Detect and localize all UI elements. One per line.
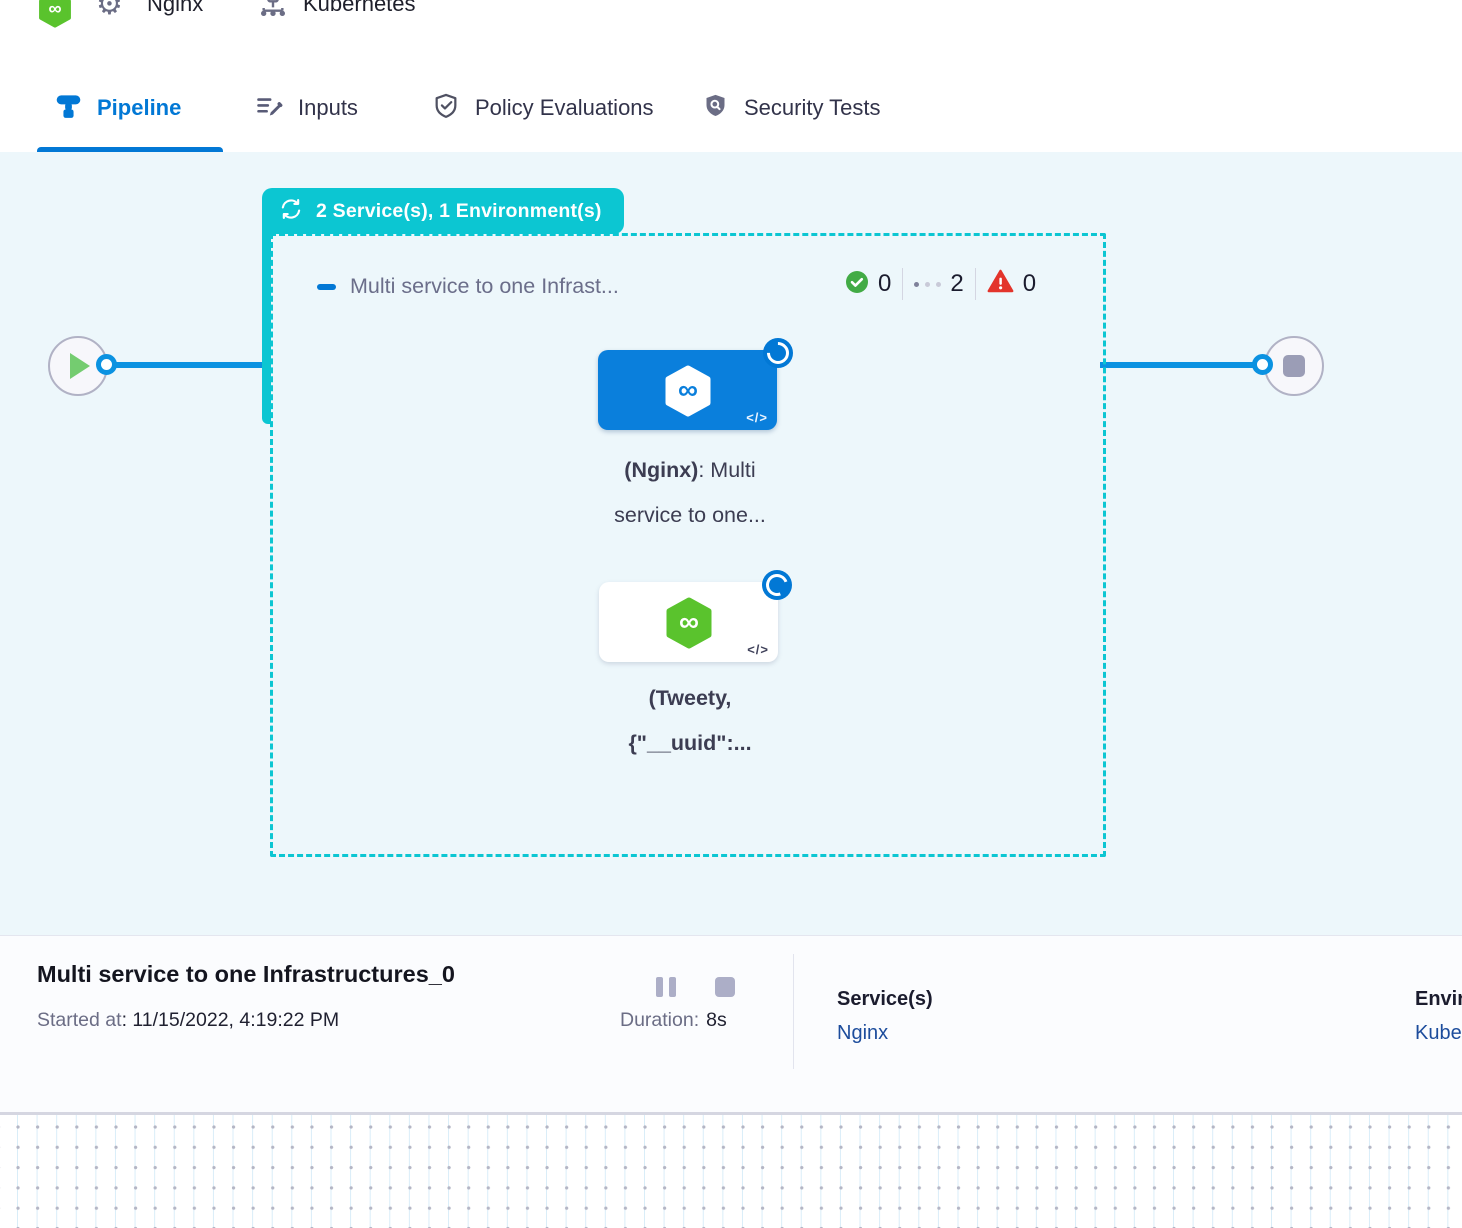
duration: Duration:8s <box>620 1009 727 1032</box>
services-label: Service(s) <box>837 988 933 1011</box>
edge-endpoint-start <box>96 354 117 375</box>
running-dots-icon <box>914 282 941 287</box>
tab-pipeline[interactable]: Pipeline <box>55 64 181 152</box>
running-count: 2 <box>950 270 963 298</box>
pause-button[interactable] <box>656 977 678 997</box>
counter-divider <box>975 268 976 300</box>
infrastructure-icon <box>257 0 289 27</box>
duration-value: 8s <box>706 1009 727 1031</box>
harness-logo-icon: ∞ <box>38 0 72 33</box>
footer-divider <box>793 954 794 1069</box>
tab-security-tests[interactable]: Security Tests <box>702 64 881 152</box>
stage-status-counters: 0 2 0 <box>845 268 1036 300</box>
execution-title: Multi service to one Infrastructures_0 <box>37 961 455 988</box>
failed-warning-icon <box>987 269 1014 299</box>
edge-stage-to-end <box>1100 362 1262 368</box>
running-spinner-badge <box>763 338 793 368</box>
breadcrumb-bar: ∞ ⚙ Nginx Kubernetes <box>0 0 1462 65</box>
service-node-tweety-label: (Tweety, {"__uuid":... <box>560 676 820 766</box>
play-icon <box>70 353 90 379</box>
pipeline-canvas[interactable]: 2 Service(s), 1 Environment(s) Multi ser… <box>0 152 1462 935</box>
loop-icon <box>278 196 304 227</box>
running-spinner-badge <box>762 570 792 600</box>
environments-label: Environment(s) <box>1415 988 1462 1011</box>
success-count: 0 <box>878 270 891 298</box>
tab-policy-evaluations[interactable]: Policy Evaluations <box>432 64 654 152</box>
started-at: Started at: 11/15/2022, 4:19:22 PM <box>37 1009 339 1032</box>
abort-button[interactable] <box>715 977 735 997</box>
tab-policy-evaluations-label: Policy Evaluations <box>475 95 654 121</box>
started-at-value: : 11/15/2022, 4:19:22 PM <box>122 1009 340 1031</box>
stop-icon <box>1283 355 1305 377</box>
gear-icon: ⚙ <box>96 0 123 23</box>
inputs-icon <box>255 92 283 125</box>
service-node-nginx-label: (Nginx): Multi service to one... <box>560 448 820 538</box>
success-check-icon <box>845 270 869 299</box>
pipeline-execution-page: ∞ ⚙ Nginx Kubernetes <box>0 0 1462 1228</box>
svg-text:∞: ∞ <box>48 0 61 18</box>
edge-start-to-stage <box>105 362 265 368</box>
stage-group-accent-strip <box>262 232 271 424</box>
shield-check-icon <box>432 92 460 125</box>
service-name: (Nginx) <box>624 458 698 482</box>
edge-endpoint-end <box>1252 354 1273 375</box>
counter-divider <box>902 268 903 300</box>
tab-security-tests-label: Security Tests <box>744 95 881 121</box>
tab-inputs[interactable]: Inputs <box>255 64 358 152</box>
stage-title-row: Multi service to one Infrast... <box>317 274 619 299</box>
stage-title: Multi service to one Infrast... <box>350 274 619 299</box>
services-column: Service(s) Nginx <box>837 988 933 1045</box>
breadcrumb-environment-name[interactable]: Kubernetes <box>303 0 416 17</box>
execution-tabbar: Pipeline Inputs Policy Evaluations <box>0 64 1462 153</box>
breadcrumb-pipeline-name[interactable]: Nginx <box>147 0 203 17</box>
failed-count: 0 <box>1023 270 1036 298</box>
stage-group-badge-label: 2 Service(s), 1 Environment(s) <box>316 200 602 223</box>
end-node[interactable] <box>1264 336 1324 396</box>
collapse-stage-icon[interactable] <box>317 284 336 290</box>
tab-inputs-label: Inputs <box>298 95 358 121</box>
pipeline-icon <box>55 92 82 124</box>
environments-column: Environment(s) Kubernetes <box>1415 988 1462 1045</box>
execution-summary-bar: Multi service to one Infrastructures_0 S… <box>0 935 1462 1113</box>
stage-group-badge[interactable]: 2 Service(s), 1 Environment(s) <box>262 188 624 234</box>
service-link-nginx[interactable]: Nginx <box>837 1022 933 1045</box>
environment-link-kubernetes[interactable]: Kubernetes <box>1415 1022 1462 1045</box>
canvas-grid-background <box>0 1112 1462 1228</box>
tab-pipeline-label: Pipeline <box>97 95 181 121</box>
shield-search-icon <box>702 92 729 124</box>
